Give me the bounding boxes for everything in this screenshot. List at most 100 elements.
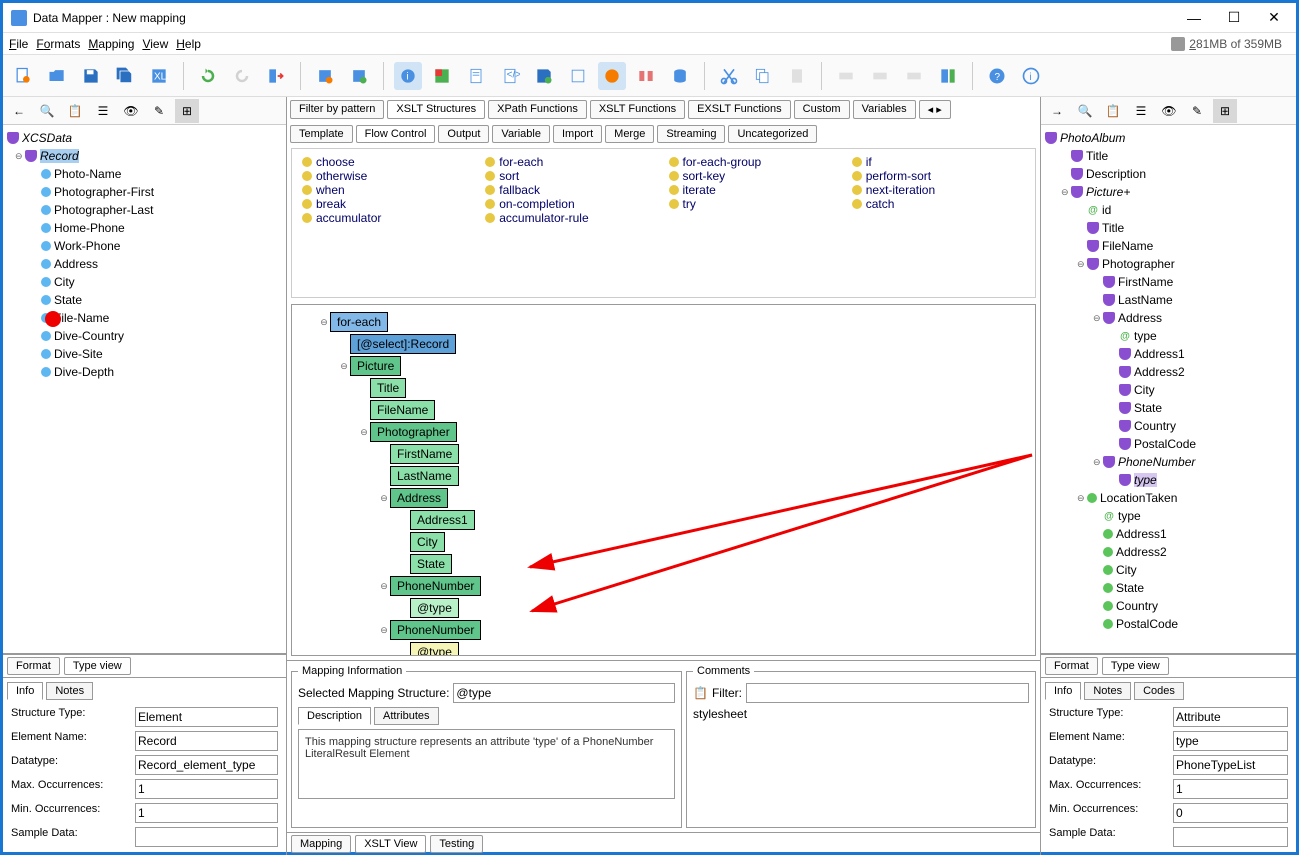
help-icon[interactable]: ? — [983, 62, 1011, 90]
map-row[interactable]: FileName — [298, 399, 1029, 421]
r-info-tab-codes[interactable]: Codes — [1134, 682, 1184, 700]
right-zoom-icon[interactable]: 🔍 — [1073, 99, 1097, 123]
mapping-canvas[interactable]: ⊖for-each[@select]:Record⊖PictureTitleFi… — [291, 304, 1036, 656]
left-info-tab-info[interactable]: Info — [7, 682, 43, 700]
tb-icon-4[interactable] — [598, 62, 626, 90]
map-node[interactable]: @type — [410, 642, 459, 656]
map-node[interactable]: @type — [410, 598, 459, 618]
left-tab-format[interactable]: Format — [7, 657, 60, 675]
menu-mapping[interactable]: Mapping — [88, 37, 134, 51]
tree-item[interactable]: @id — [1045, 201, 1292, 219]
tree-item[interactable]: Address1 — [1045, 345, 1292, 363]
left-view-icon[interactable]: 👁 — [119, 99, 143, 123]
tree-item[interactable]: FirstName — [1045, 273, 1292, 291]
func-item[interactable]: for-each — [485, 155, 658, 169]
ctab1-6[interactable]: Variables — [853, 100, 916, 119]
left-arrow-icon[interactable]: ← — [7, 99, 31, 123]
r-sd-input[interactable] — [1173, 827, 1288, 847]
ctab2-3[interactable]: Variable — [492, 125, 550, 143]
maximize-button[interactable]: ☐ — [1220, 8, 1248, 28]
tree-item[interactable]: Dive-Site — [7, 345, 282, 363]
doc-icon[interactable] — [462, 62, 490, 90]
map-node[interactable]: [@select]:Record — [350, 334, 456, 354]
map-node[interactable]: Address1 — [410, 510, 475, 530]
map-row[interactable]: Title — [298, 377, 1029, 399]
tree-item[interactable]: @type — [1045, 327, 1292, 345]
right-list-icon[interactable]: ☰ — [1129, 99, 1153, 123]
tb-icon-3[interactable] — [564, 62, 592, 90]
r-info-tab-info[interactable]: Info — [1045, 682, 1081, 700]
tree-item[interactable]: City — [1045, 381, 1292, 399]
tb-d4[interactable] — [934, 62, 962, 90]
tb-icon-5[interactable] — [632, 62, 660, 90]
cbt-xslt[interactable]: XSLT View — [355, 835, 426, 853]
func-item[interactable]: try — [669, 197, 842, 211]
map-row[interactable]: FirstName — [298, 443, 1029, 465]
func-item[interactable]: for-each-group — [669, 155, 842, 169]
tree-record[interactable]: ⊖Record — [7, 147, 282, 165]
tree-item[interactable]: Title — [1045, 147, 1292, 165]
tb-icon-1[interactable] — [311, 62, 339, 90]
func-item[interactable]: sort-key — [669, 169, 842, 183]
left-edit-icon[interactable]: ✎ — [147, 99, 171, 123]
func-item[interactable]: on-completion — [485, 197, 658, 211]
tree-item[interactable]: Country — [1045, 417, 1292, 435]
ctab1-0[interactable]: Filter by pattern — [290, 100, 384, 119]
func-item[interactable]: when — [302, 183, 475, 197]
tree-root[interactable]: PhotoAlbum — [1045, 129, 1292, 147]
map-row[interactable]: ⊖Photographer — [298, 421, 1029, 443]
code-icon[interactable]: </> — [496, 62, 524, 90]
tb-icon-2[interactable] — [345, 62, 373, 90]
ctab1-more[interactable]: ◂ ▸ — [919, 100, 951, 119]
tree-item[interactable]: Address2 — [1045, 543, 1292, 561]
map-row[interactable]: ⊖Picture — [298, 355, 1029, 377]
new-file-icon[interactable] — [9, 62, 37, 90]
map-node[interactable]: PhoneNumber — [390, 620, 481, 640]
map-row[interactable]: City — [298, 531, 1029, 553]
map-node[interactable]: FirstName — [390, 444, 459, 464]
tree-item[interactable]: State — [1045, 399, 1292, 417]
map-row[interactable]: State — [298, 553, 1029, 575]
mi-tab-desc[interactable]: Description — [298, 707, 371, 725]
ctab2-6[interactable]: Streaming — [657, 125, 725, 143]
tree-item[interactable]: City — [7, 273, 282, 291]
right-tab-typeview[interactable]: Type view — [1102, 657, 1169, 675]
left-tab-typeview[interactable]: Type view — [64, 657, 131, 675]
func-item[interactable]: perform-sort — [852, 169, 1025, 183]
func-item[interactable]: if — [852, 155, 1025, 169]
exit-icon[interactable] — [262, 62, 290, 90]
save-doc-icon[interactable] — [530, 62, 558, 90]
func-item[interactable]: accumulator — [302, 211, 475, 225]
paste-icon[interactable] — [783, 62, 811, 90]
ctab2-1[interactable]: Flow Control — [356, 125, 436, 143]
mi-tab-attr[interactable]: Attributes — [374, 707, 438, 725]
tree-item[interactable]: ⊖Address — [1045, 309, 1292, 327]
left-info-tab-notes[interactable]: Notes — [46, 682, 93, 700]
tree-item[interactable]: State — [7, 291, 282, 309]
tree-root[interactable]: XCSData — [7, 129, 282, 147]
tree-item[interactable]: State — [1045, 579, 1292, 597]
ctab2-2[interactable]: Output — [438, 125, 489, 143]
ctab2-4[interactable]: Import — [553, 125, 602, 143]
ctab1-1[interactable]: XSLT Structures — [387, 100, 485, 119]
tree-item[interactable]: Home-Phone — [7, 219, 282, 237]
map-node[interactable]: FileName — [370, 400, 435, 420]
undo-icon[interactable] — [194, 62, 222, 90]
tree-item[interactable]: Photographer-Last — [7, 201, 282, 219]
func-item[interactable]: otherwise — [302, 169, 475, 183]
map-row[interactable]: LastName — [298, 465, 1029, 487]
info-icon[interactable]: i — [394, 62, 422, 90]
map-row[interactable]: Address1 — [298, 509, 1029, 531]
cbt-mapping[interactable]: Mapping — [291, 835, 351, 853]
cut-icon[interactable] — [715, 62, 743, 90]
l-dt-input[interactable] — [135, 755, 278, 775]
map-node[interactable]: State — [410, 554, 452, 574]
tree-item[interactable]: ⊖Picture+ — [1045, 183, 1292, 201]
map-node[interactable]: Address — [390, 488, 448, 508]
left-note-icon[interactable]: 📋 — [63, 99, 87, 123]
tree-item[interactable]: PostalCode — [1045, 615, 1292, 633]
l-sd-input[interactable] — [135, 827, 278, 847]
l-en-input[interactable] — [135, 731, 278, 751]
tree-item[interactable]: ⊖Photographer — [1045, 255, 1292, 273]
func-item[interactable]: accumulator-rule — [485, 211, 658, 225]
